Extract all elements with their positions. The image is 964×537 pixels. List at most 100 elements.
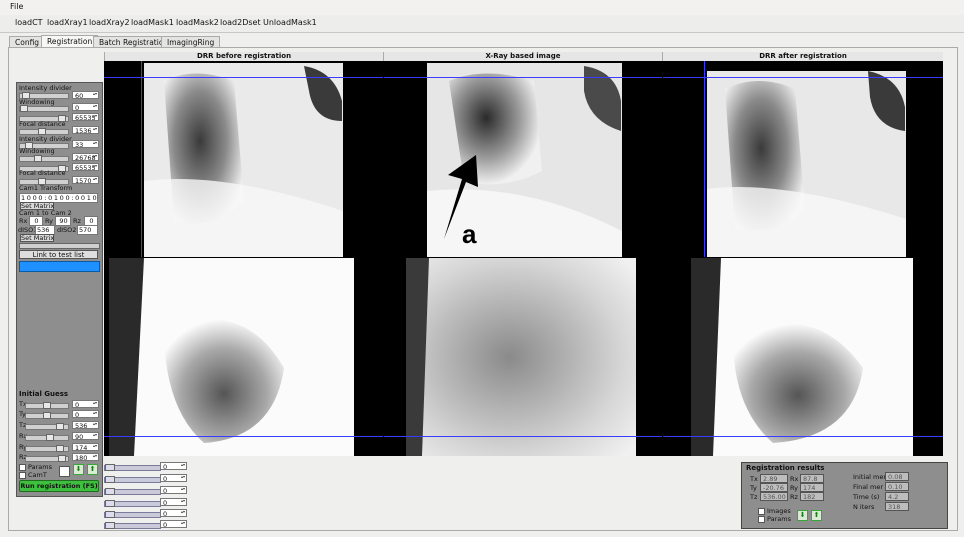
cam1-transform-label: Cam1 Transform	[19, 184, 73, 192]
guess-tz-spin[interactable]: 536	[72, 421, 99, 429]
load-xray1-button[interactable]: loadXray1	[47, 18, 88, 27]
results-params-checkbox[interactable]	[758, 516, 765, 523]
window-low-spin-1[interactable]: 0	[72, 103, 99, 111]
bottom-slider-4[interactable]	[104, 500, 161, 507]
bottom-spin-4[interactable]: 0	[160, 498, 187, 506]
result-tx-field: 2.89	[760, 474, 788, 483]
diso2-label: dISO2	[57, 226, 77, 234]
guess-tx-slider[interactable]	[25, 402, 69, 409]
set-matrix-button-2[interactable]: Set Matrix	[20, 234, 54, 242]
scrollbar[interactable]	[19, 243, 100, 249]
bottom-slider-5[interactable]	[104, 511, 161, 518]
app-window: File loadCT loadXray1 loadXray2 loadMask…	[0, 0, 964, 537]
result-rx-label: Rx	[790, 475, 799, 483]
final-mer-field: 0.10	[885, 482, 909, 491]
bottom-slider-6[interactable]	[104, 522, 161, 529]
rz-label: Rz	[73, 217, 81, 225]
results-save-icon[interactable]: ⬆	[811, 510, 822, 521]
camt-checkbox[interactable]	[19, 472, 26, 479]
results-title: Registration results	[746, 464, 825, 472]
drr-before-frontal[interactable]	[104, 61, 383, 257]
toolbar: loadCT loadXray1 loadXray2 loadMask1 loa…	[0, 15, 964, 33]
images-checkbox[interactable]	[758, 508, 765, 515]
menu-file[interactable]: File	[10, 2, 23, 11]
progress-bar	[19, 261, 100, 272]
initial-guess-label: Initial Guess	[19, 390, 69, 398]
guess-ty-spin[interactable]: 0	[72, 410, 99, 418]
load-ct-button[interactable]: loadCT	[15, 18, 43, 27]
focal-spin-2[interactable]: 1570	[72, 176, 99, 184]
result-rz-field: 182	[800, 492, 824, 501]
params-label: Params	[28, 463, 52, 471]
guess-rz-slider[interactable]	[25, 455, 69, 462]
result-rx-field: 87.8	[800, 474, 824, 483]
tab-config[interactable]: Config	[9, 36, 46, 47]
initial-mer-field: 0.08	[885, 472, 909, 481]
intensity-spin-2[interactable]: 33	[72, 140, 99, 148]
guess-ry-slider[interactable]	[25, 445, 69, 452]
window-high-spin-2[interactable]: 65535	[72, 163, 99, 171]
control-panel: Intensity divider 60 Windowing 0 65535 F…	[16, 82, 103, 497]
tab-registration[interactable]: Registration	[41, 35, 99, 47]
bottom-spin-5[interactable]: 0	[160, 509, 187, 517]
save-icon[interactable]: ⬆	[87, 464, 98, 475]
initial-mer-label: Initial mer	[853, 473, 887, 481]
window-low-slider-1[interactable]	[19, 105, 69, 112]
intensity-divider-label-1: Intensity divider	[19, 84, 72, 92]
camt-label: CamT	[28, 471, 47, 479]
load-mask2-button[interactable]: loadMask2	[176, 18, 219, 27]
bottom-slider-2[interactable]	[104, 476, 161, 483]
n-iters-field: 318	[885, 502, 909, 511]
window-low-spin-2[interactable]: 26768	[72, 153, 99, 161]
bottom-spin-1[interactable]: 0	[160, 462, 187, 470]
bottom-slider-1[interactable]	[104, 464, 161, 471]
guess-tz-slider[interactable]	[25, 423, 69, 430]
window-low-slider-2[interactable]	[19, 155, 69, 162]
unload-mask1-button[interactable]: UnloadMask1	[263, 18, 317, 27]
drr-before-lateral[interactable]	[104, 258, 383, 456]
image-viewer: DRR before registration X-Ray based imag…	[104, 52, 943, 456]
result-tz-label: Tz	[750, 493, 758, 501]
guess-tx-spin[interactable]: 0	[72, 400, 99, 408]
menu-bar: File	[0, 0, 964, 16]
bottom-slider-3[interactable]	[104, 488, 161, 495]
drr-after-frontal[interactable]	[663, 61, 943, 257]
diso2-field[interactable]: 570	[77, 225, 98, 235]
results-load-icon[interactable]: ⬇	[797, 510, 808, 521]
xray-lateral[interactable]	[384, 258, 662, 456]
ry-field[interactable]: 90	[55, 216, 71, 226]
header-drr-before: DRR before registration	[104, 52, 383, 61]
guess-ty-slider[interactable]	[25, 412, 69, 419]
window-high-spin-1[interactable]: 65535	[72, 113, 99, 121]
annotation-a: a	[462, 219, 477, 249]
final-mer-label: Final mer	[853, 483, 884, 491]
load-icon[interactable]: ⬇	[73, 464, 84, 475]
result-ry-label: Ry	[790, 484, 799, 492]
drr-after-lateral[interactable]	[663, 258, 943, 456]
rx-label: Rx	[19, 217, 28, 225]
bottom-spin-2[interactable]: 0	[160, 474, 187, 482]
result-rz-label: Rz	[790, 493, 798, 501]
file-icon[interactable]	[59, 466, 70, 477]
images-label: Images	[767, 507, 791, 515]
bottom-spin-3[interactable]: 0	[160, 486, 187, 494]
guess-rx-slider[interactable]	[25, 434, 69, 441]
guess-ry-spin[interactable]: 174	[72, 443, 99, 451]
load-2dset-button[interactable]: load2Dset	[220, 18, 261, 27]
link-to-test-list-button[interactable]: Link to test list	[19, 250, 98, 259]
load-mask1-button[interactable]: loadMask1	[131, 18, 174, 27]
load-xray2-button[interactable]: loadXray2	[89, 18, 130, 27]
guess-rx-spin[interactable]: 90	[72, 432, 99, 440]
focal-spin-1[interactable]: 1536	[72, 126, 99, 134]
guess-rz-spin[interactable]: 180	[72, 453, 99, 461]
run-registration-button[interactable]: Run registration (FS)	[19, 480, 99, 492]
result-ty-label: Ty	[750, 484, 757, 492]
result-ty-field: -20.76	[760, 483, 788, 492]
tab-imaging-ring[interactable]: ImagingRing	[161, 36, 221, 47]
xray-frontal[interactable]: a	[384, 61, 662, 257]
bottom-spin-6[interactable]: 0	[160, 520, 187, 528]
intensity-spin-1[interactable]: 60	[72, 91, 99, 99]
time-field: 4.2	[885, 492, 909, 501]
header-xray-image: X-Ray based image	[383, 52, 662, 61]
params-checkbox[interactable]	[19, 464, 26, 471]
